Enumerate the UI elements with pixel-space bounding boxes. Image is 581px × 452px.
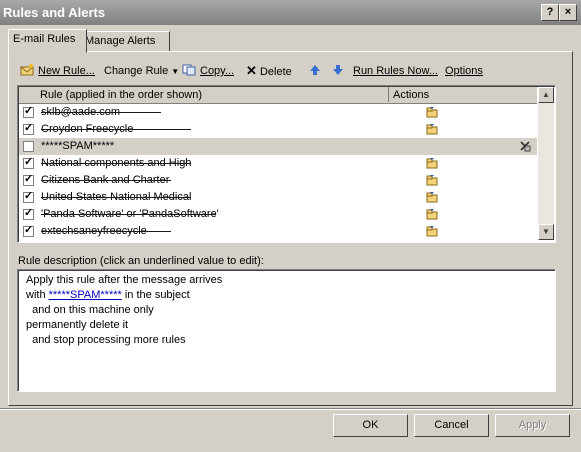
new-rule-button[interactable]: New Rule...: [20, 63, 95, 79]
move-to-folder-icon: [426, 107, 438, 118]
arrow-up-icon: [310, 65, 320, 75]
rules-rows: ✓ sklb@aade.com ✓ Croydon Freecycle *****SPA…: [19, 104, 537, 240]
ok-button[interactable]: OK: [333, 414, 408, 437]
change-rule-label: Change Rule: [104, 65, 169, 77]
rule-row[interactable]: ✓ 'Panda Software' or 'PandaSoftware': [19, 206, 537, 223]
rule-row[interactable]: ✓ extechsaneyfreecycle: [19, 223, 537, 240]
rule-enabled-checkbox[interactable]: ✓: [23, 207, 34, 220]
tab-email-rules[interactable]: E-mail Rules: [8, 29, 87, 53]
rule-row[interactable]: ✓ Citizens Bank and Charter: [19, 172, 537, 189]
apply-button[interactable]: Apply: [495, 414, 570, 437]
rule-description-box: Apply this rule after the message arrive…: [17, 269, 556, 392]
change-rule-button[interactable]: Change Rule ▼: [104, 63, 179, 79]
rule-name: *****SPAM*****: [41, 140, 115, 152]
move-to-folder-icon: [426, 226, 438, 237]
close-button[interactable]: ×: [559, 4, 577, 21]
tab-email-rules-label: E-mail Rules: [13, 33, 76, 45]
scroll-down-arrow-icon[interactable]: ▼: [538, 224, 554, 240]
options-button[interactable]: Options: [445, 63, 483, 79]
move-down-button[interactable]: [332, 63, 347, 79]
help-button[interactable]: ?: [541, 4, 559, 21]
delete-button[interactable]: ✕ Delete: [246, 63, 292, 79]
options-label: Options: [445, 65, 483, 77]
delete-x-icon: ✕: [246, 63, 257, 78]
redaction-scribble: [41, 214, 216, 217]
check-mark-icon: ✓: [24, 190, 34, 202]
desc-line-2: with *****SPAM***** in the subject: [26, 289, 190, 301]
new-rule-icon: [20, 64, 34, 76]
rule-column-header[interactable]: Rule (applied in the order shown): [19, 87, 389, 102]
delete-label: Delete: [259, 66, 292, 78]
rule-enabled-checkbox[interactable]: ✓: [23, 190, 34, 203]
move-to-folder-icon: [426, 175, 438, 186]
subject-value-link[interactable]: *****SPAM*****: [49, 289, 122, 301]
check-mark-icon: ✓: [24, 156, 34, 168]
move-to-folder-icon: [426, 124, 438, 135]
scroll-up-arrow-icon[interactable]: ▲: [538, 87, 554, 103]
desc-line-5: and stop processing more rules: [26, 334, 186, 346]
rule-enabled-checkbox[interactable]: ✓: [23, 224, 34, 237]
run-rules-label: Run Rules Now...: [353, 65, 438, 77]
rule-description-label: Rule description (click an underlined va…: [18, 255, 264, 267]
cancel-button[interactable]: Cancel: [414, 414, 489, 437]
desc-line-3: and on this machine only: [26, 304, 154, 316]
move-to-folder-icon: [426, 192, 438, 203]
redaction-scribble: [41, 129, 191, 132]
rule-enabled-checkbox[interactable]: ✓: [23, 156, 34, 169]
copy-label: Copy...: [200, 65, 235, 77]
check-mark-icon: ✓: [24, 122, 34, 134]
desc-line-4: permanently delete it: [26, 319, 129, 331]
redaction-scribble: [41, 197, 191, 200]
rule-enabled-checkbox[interactable]: ✓: [23, 173, 34, 186]
move-up-button[interactable]: [309, 63, 324, 79]
rule-enabled-checkbox[interactable]: ✓: [23, 105, 34, 118]
rule-row[interactable]: ✓ sklb@aade.com: [19, 104, 537, 121]
tab-manage-alerts-label: Manage Alerts: [85, 35, 156, 47]
check-mark-icon: ✓: [24, 224, 34, 236]
rule-row[interactable]: ✓ United States National Medical: [19, 189, 537, 206]
rule-row[interactable]: *****SPAM*****: [19, 138, 537, 155]
delete-action-icon: [520, 141, 531, 152]
new-rule-label: New Rule...: [38, 65, 95, 77]
rules-list-header: Rule (applied in the order shown) Action…: [19, 87, 537, 104]
tab-manage-alerts[interactable]: Manage Alerts: [80, 31, 170, 52]
footer-divider: [0, 408, 581, 410]
move-to-folder-icon: [426, 209, 438, 220]
actions-column-header[interactable]: Actions: [391, 87, 539, 102]
redaction-scribble: [41, 163, 191, 166]
copy-button[interactable]: Copy...: [182, 63, 234, 79]
rules-and-alerts-dialog: Rules and Alerts ? × E-mail Rules Manage…: [0, 0, 581, 452]
check-mark-icon: ✓: [24, 173, 34, 185]
chevron-down-icon: ▼: [171, 67, 180, 76]
copy-icon: [182, 64, 196, 76]
rules-list-scrollbar[interactable]: ▲ ▼: [538, 87, 554, 240]
redaction-scribble: [41, 180, 171, 183]
check-mark-icon: ✓: [24, 207, 34, 219]
rules-list[interactable]: Rule (applied in the order shown) Action…: [17, 85, 556, 243]
title-bar: Rules and Alerts ? ×: [0, 0, 581, 25]
check-mark-icon: ✓: [24, 105, 34, 117]
rule-row[interactable]: ✓ National components and High: [19, 155, 537, 172]
desc-line-1: Apply this rule after the message arrive…: [26, 274, 223, 286]
redaction-scribble: [41, 112, 161, 115]
run-rules-now-button[interactable]: Run Rules Now...: [353, 63, 438, 79]
move-to-folder-icon: [426, 158, 438, 169]
rule-enabled-checkbox[interactable]: ✓: [23, 122, 34, 135]
rule-enabled-checkbox[interactable]: [23, 141, 34, 152]
arrow-down-icon: [333, 65, 343, 75]
redaction-scribble: [41, 231, 171, 234]
window-title: Rules and Alerts: [3, 5, 106, 20]
rule-row[interactable]: ✓ Croydon Freecycle: [19, 121, 537, 138]
desc-line-2-post: in the subject: [121, 289, 190, 301]
rules-toolbar: New Rule... Change Rule ▼ Copy... ✕ Dele…: [14, 60, 564, 82]
desc-line-2-pre: with: [26, 289, 49, 301]
